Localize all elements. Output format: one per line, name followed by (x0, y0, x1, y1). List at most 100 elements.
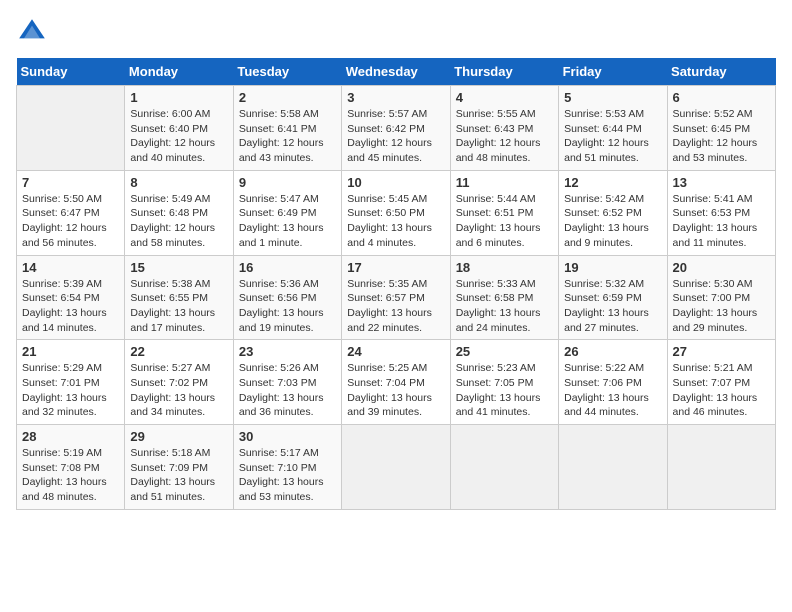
calendar-cell: 14 Sunrise: 5:39 AMSunset: 6:54 PMDayligh… (17, 255, 125, 340)
calendar-cell: 16 Sunrise: 5:36 AMSunset: 6:56 PMDayligh… (233, 255, 341, 340)
calendar-cell: 20 Sunrise: 5:30 AMSunset: 7:00 PMDayligh… (667, 255, 775, 340)
calendar-cell: 15 Sunrise: 5:38 AMSunset: 6:55 PMDayligh… (125, 255, 233, 340)
calendar-cell (450, 425, 558, 510)
calendar-day-header: Wednesday (342, 58, 450, 86)
day-number: 23 (239, 344, 336, 359)
day-number: 30 (239, 429, 336, 444)
day-number: 18 (456, 260, 553, 275)
calendar-cell: 13 Sunrise: 5:41 AMSunset: 6:53 PMDayligh… (667, 170, 775, 255)
day-info: Sunrise: 5:26 AMSunset: 7:03 PMDaylight:… (239, 361, 336, 420)
day-info: Sunrise: 5:33 AMSunset: 6:58 PMDaylight:… (456, 277, 553, 336)
day-info: Sunrise: 5:29 AMSunset: 7:01 PMDaylight:… (22, 361, 119, 420)
calendar-cell (667, 425, 775, 510)
day-info: Sunrise: 5:53 AMSunset: 6:44 PMDaylight:… (564, 107, 661, 166)
day-number: 17 (347, 260, 444, 275)
calendar-cell: 9 Sunrise: 5:47 AMSunset: 6:49 PMDaylight… (233, 170, 341, 255)
calendar-week-row: 28Sunrise: 5:19 AMSunset: 7:08 PMDayligh… (17, 425, 776, 510)
calendar-cell: 12 Sunrise: 5:42 AMSunset: 6:52 PMDayligh… (559, 170, 667, 255)
calendar-cell: 23 Sunrise: 5:26 AMSunset: 7:03 PMDayligh… (233, 340, 341, 425)
day-number: 20 (673, 260, 770, 275)
calendar-cell: 26Sunrise: 5:22 AMSunset: 7:06 PMDayligh… (559, 340, 667, 425)
calendar-day-header: Saturday (667, 58, 775, 86)
day-info: Sunrise: 5:32 AMSunset: 6:59 PMDaylight:… (564, 277, 661, 336)
day-number: 12 (564, 175, 661, 190)
day-number: 7 (22, 175, 119, 190)
day-info: Sunrise: 5:41 AMSunset: 6:53 PMDaylight:… (673, 192, 770, 251)
day-info: Sunrise: 5:44 AMSunset: 6:51 PMDaylight:… (456, 192, 553, 251)
day-info: Sunrise: 5:23 AMSunset: 7:05 PMDaylight:… (456, 361, 553, 420)
day-info: Sunrise: 5:30 AMSunset: 7:00 PMDaylight:… (673, 277, 770, 336)
day-info: Sunrise: 5:45 AMSunset: 6:50 PMDaylight:… (347, 192, 444, 251)
day-number: 16 (239, 260, 336, 275)
day-number: 15 (130, 260, 227, 275)
day-info: Sunrise: 5:55 AMSunset: 6:43 PMDaylight:… (456, 107, 553, 166)
day-info: Sunrise: 5:38 AMSunset: 6:55 PMDaylight:… (130, 277, 227, 336)
calendar-cell: 29 Sunrise: 5:18 AMSunset: 7:09 PMDayligh… (125, 425, 233, 510)
calendar-cell: 10Sunrise: 5:45 AMSunset: 6:50 PMDayligh… (342, 170, 450, 255)
calendar-cell (342, 425, 450, 510)
calendar-cell (559, 425, 667, 510)
day-number: 14 (22, 260, 119, 275)
calendar-week-row: 7 Sunrise: 5:50 AMSunset: 6:47 PMDaylight… (17, 170, 776, 255)
calendar-cell: 17 Sunrise: 5:35 AMSunset: 6:57 PMDayligh… (342, 255, 450, 340)
calendar-cell: 3Sunrise: 5:57 AMSunset: 6:42 PMDaylight… (342, 86, 450, 171)
calendar-cell: 28Sunrise: 5:19 AMSunset: 7:08 PMDayligh… (17, 425, 125, 510)
calendar-day-header: Friday (559, 58, 667, 86)
day-number: 21 (22, 344, 119, 359)
calendar-cell: 19 Sunrise: 5:32 AMSunset: 6:59 PMDayligh… (559, 255, 667, 340)
day-info: Sunrise: 5:47 AMSunset: 6:49 PMDaylight:… (239, 192, 336, 251)
day-number: 11 (456, 175, 553, 190)
day-info: Sunrise: 5:39 AMSunset: 6:54 PMDaylight:… (22, 277, 119, 336)
day-number: 22 (130, 344, 227, 359)
day-info: Sunrise: 5:50 AMSunset: 6:47 PMDaylight:… (22, 192, 119, 251)
calendar-cell: 8 Sunrise: 5:49 AMSunset: 6:48 PMDaylight… (125, 170, 233, 255)
calendar-cell (17, 86, 125, 171)
calendar-cell: 7 Sunrise: 5:50 AMSunset: 6:47 PMDaylight… (17, 170, 125, 255)
calendar-cell: 21 Sunrise: 5:29 AMSunset: 7:01 PMDayligh… (17, 340, 125, 425)
day-info: Sunrise: 5:52 AMSunset: 6:45 PMDaylight:… (673, 107, 770, 166)
day-number: 6 (673, 90, 770, 105)
day-info: Sunrise: 5:57 AMSunset: 6:42 PMDaylight:… (347, 107, 444, 166)
calendar-day-header: Monday (125, 58, 233, 86)
day-number: 24 (347, 344, 444, 359)
day-number: 13 (673, 175, 770, 190)
day-info: Sunrise: 5:36 AMSunset: 6:56 PMDaylight:… (239, 277, 336, 336)
logo-icon (16, 16, 48, 48)
calendar-header-row: SundayMondayTuesdayWednesdayThursdayFrid… (17, 58, 776, 86)
day-number: 5 (564, 90, 661, 105)
day-info: Sunrise: 5:17 AMSunset: 7:10 PMDaylight:… (239, 446, 336, 505)
day-number: 29 (130, 429, 227, 444)
day-number: 19 (564, 260, 661, 275)
calendar-cell: 25Sunrise: 5:23 AMSunset: 7:05 PMDayligh… (450, 340, 558, 425)
calendar-cell: 2 Sunrise: 5:58 AMSunset: 6:41 PMDaylight… (233, 86, 341, 171)
day-info: Sunrise: 5:21 AMSunset: 7:07 PMDaylight:… (673, 361, 770, 420)
calendar-table: SundayMondayTuesdayWednesdayThursdayFrid… (16, 58, 776, 510)
day-number: 4 (456, 90, 553, 105)
calendar-day-header: Tuesday (233, 58, 341, 86)
page-header (16, 16, 776, 48)
calendar-cell: 22 Sunrise: 5:27 AMSunset: 7:02 PMDayligh… (125, 340, 233, 425)
calendar-day-header: Thursday (450, 58, 558, 86)
day-info: Sunrise: 5:27 AMSunset: 7:02 PMDaylight:… (130, 361, 227, 420)
day-info: Sunrise: 5:25 AMSunset: 7:04 PMDaylight:… (347, 361, 444, 420)
calendar-week-row: 1Sunrise: 6:00 AMSunset: 6:40 PMDaylight… (17, 86, 776, 171)
day-number: 1 (130, 90, 227, 105)
logo (16, 16, 52, 48)
day-number: 2 (239, 90, 336, 105)
day-number: 26 (564, 344, 661, 359)
day-info: Sunrise: 5:35 AMSunset: 6:57 PMDaylight:… (347, 277, 444, 336)
calendar-cell: 1Sunrise: 6:00 AMSunset: 6:40 PMDaylight… (125, 86, 233, 171)
calendar-cell: 5 Sunrise: 5:53 AMSunset: 6:44 PMDaylight… (559, 86, 667, 171)
day-number: 9 (239, 175, 336, 190)
calendar-cell: 27 Sunrise: 5:21 AMSunset: 7:07 PMDayligh… (667, 340, 775, 425)
day-info: Sunrise: 5:18 AMSunset: 7:09 PMDaylight:… (130, 446, 227, 505)
calendar-cell: 4 Sunrise: 5:55 AMSunset: 6:43 PMDaylight… (450, 86, 558, 171)
day-info: Sunrise: 5:42 AMSunset: 6:52 PMDaylight:… (564, 192, 661, 251)
day-info: Sunrise: 5:19 AMSunset: 7:08 PMDaylight:… (22, 446, 119, 505)
calendar-cell: 30 Sunrise: 5:17 AMSunset: 7:10 PMDayligh… (233, 425, 341, 510)
calendar-cell: 11 Sunrise: 5:44 AMSunset: 6:51 PMDayligh… (450, 170, 558, 255)
day-number: 27 (673, 344, 770, 359)
day-info: Sunrise: 5:49 AMSunset: 6:48 PMDaylight:… (130, 192, 227, 251)
day-number: 8 (130, 175, 227, 190)
day-info: Sunrise: 5:58 AMSunset: 6:41 PMDaylight:… (239, 107, 336, 166)
